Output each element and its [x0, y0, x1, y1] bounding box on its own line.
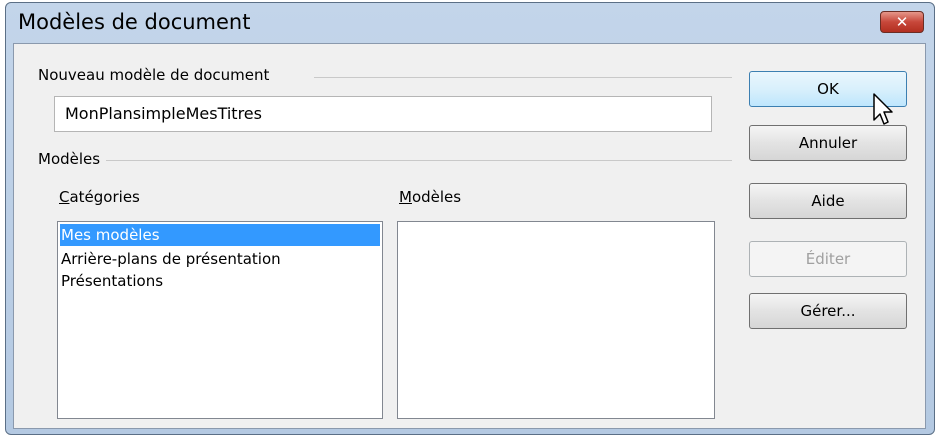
- templates-list-label: Modèles: [399, 188, 462, 206]
- title-bar: Modèles de document ✕: [6, 3, 934, 43]
- cancel-button[interactable]: Annuler: [749, 125, 907, 161]
- group-divider: [314, 77, 732, 78]
- list-item[interactable]: Présentations: [58, 270, 382, 292]
- edit-button: Éditer: [749, 241, 907, 277]
- group-divider: [104, 160, 732, 161]
- categories-label: Catégories: [59, 188, 140, 206]
- list-item[interactable]: Mes modèles: [60, 224, 380, 246]
- list-item[interactable]: Arrière-plans de présentation: [58, 248, 382, 270]
- new-template-group-label: Nouveau modèle de document: [38, 66, 276, 84]
- manage-button[interactable]: Gérer...: [749, 293, 907, 329]
- templates-group-label: Modèles: [38, 150, 107, 168]
- categories-listbox[interactable]: Mes modèles Arrière-plans de présentatio…: [57, 221, 383, 419]
- templates-listbox[interactable]: [397, 221, 715, 419]
- help-button[interactable]: Aide: [749, 183, 907, 219]
- window-title: Modèles de document: [18, 10, 251, 34]
- close-icon: ✕: [895, 13, 909, 31]
- categories-label-mnemonic: C: [59, 188, 70, 206]
- template-name-value: MonPlansimpleMesTitres: [65, 104, 262, 123]
- template-name-input[interactable]: MonPlansimpleMesTitres: [54, 96, 712, 132]
- templates-label-mnemonic: M: [399, 188, 412, 206]
- pointer-cursor-icon: [873, 93, 893, 125]
- close-button[interactable]: ✕: [880, 11, 924, 33]
- dialog-window: Modèles de document ✕ Nouveau modèle de …: [5, 2, 935, 435]
